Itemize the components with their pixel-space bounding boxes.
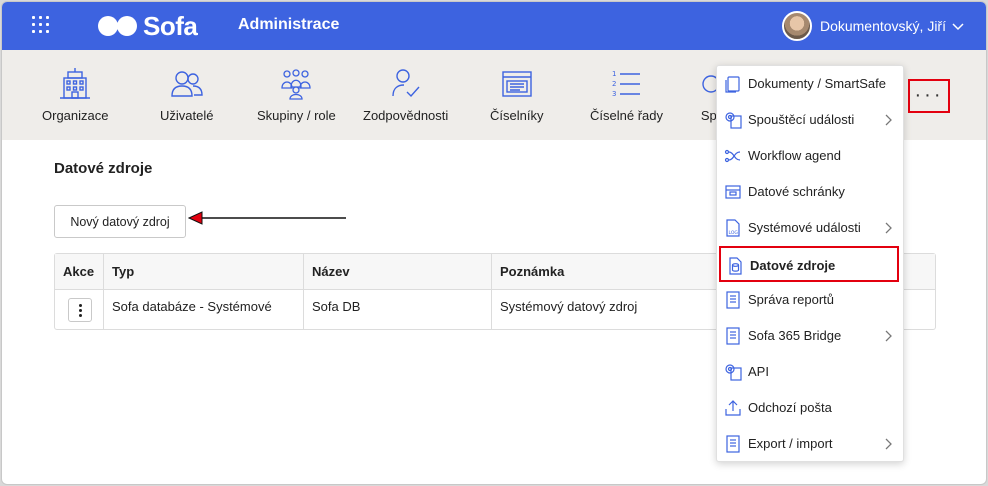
app-window: Sofa Administrace Dokumentovský, Jiří Or… <box>1 1 987 485</box>
menu-item-workflow-agend[interactable]: Workflow agend <box>717 138 903 174</box>
user-name: Dokumentovský, Jiří <box>819 18 946 34</box>
cell-poznamka: Systémový datový zdroj <box>500 299 638 314</box>
log-icon: LOG <box>726 219 740 237</box>
new-data-source-button[interactable]: Nový datový zdroj <box>54 205 186 238</box>
tool-uzivatele[interactable]: Uživatelé <box>160 68 213 123</box>
building-icon <box>60 68 91 99</box>
page-title: Datové zdroje <box>54 160 153 177</box>
column-header-akce: Akce <box>63 264 95 279</box>
column-header-nazev[interactable]: Název <box>312 264 350 279</box>
tool-ciselne-rady[interactable]: 1 2 3 Číselné řady <box>590 68 663 123</box>
svg-text:LOG: LOG <box>729 230 739 236</box>
svg-text:2: 2 <box>612 80 616 88</box>
column-header-poznamka[interactable]: Poznámka <box>500 264 564 279</box>
menu-item-label: Odchozí pošta <box>748 400 832 415</box>
groups-icon <box>281 69 312 100</box>
report-icon <box>726 291 740 309</box>
more-button[interactable]: ··· <box>908 79 950 113</box>
tool-ciselniky[interactable]: Číselníky <box>490 68 543 123</box>
cell-nazev: Sofa DB <box>312 299 361 314</box>
user-menu[interactable]: Dokumentovský, Jiří <box>781 11 964 41</box>
menu-item-api[interactable]: API <box>717 354 903 390</box>
user-check-icon <box>391 69 420 98</box>
menu-item-sprava-reportu[interactable]: Správa reportů <box>717 282 903 318</box>
menu-item-label: API <box>748 364 769 379</box>
svg-text:1: 1 <box>612 70 616 78</box>
tool-zodpovednosti[interactable]: Zodpovědnosti <box>363 68 448 123</box>
menu-item-dokumenty[interactable]: Dokumenty / SmartSafe <box>717 66 903 102</box>
workflow-icon <box>724 149 741 163</box>
row-actions-button[interactable] <box>68 298 92 322</box>
tool-organizace[interactable]: Organizace <box>42 68 108 123</box>
svg-text:3: 3 <box>612 90 616 98</box>
database-icon <box>729 257 742 275</box>
logo-text: Sofa <box>143 10 198 41</box>
chevron-right-icon <box>885 438 892 450</box>
tool-label: Uživatelé <box>160 108 214 123</box>
menu-item-datove-schranky[interactable]: Datové schránky <box>717 174 903 210</box>
avatar <box>781 11 812 41</box>
menu-item-spousteci-udalosti[interactable]: Spouštěcí události <box>717 102 903 138</box>
sofa-logo[interactable]: Sofa <box>98 10 198 41</box>
gear-document-icon <box>725 112 742 129</box>
numbered-list-icon: 1 2 3 <box>612 70 641 98</box>
tool-skupiny[interactable]: Skupiny / role <box>257 68 336 123</box>
export-icon <box>726 435 740 453</box>
menu-item-label: Workflow agend <box>748 148 841 163</box>
users-icon <box>171 71 203 97</box>
chevron-right-icon <box>885 222 892 234</box>
menu-item-label: Export / import <box>748 436 833 451</box>
document-icon <box>725 76 740 93</box>
cell-typ: Sofa databáze - Systémové <box>112 299 272 314</box>
tool-label: Zodpovědnosti <box>363 108 449 123</box>
chevron-down-icon <box>952 23 964 31</box>
list-window-icon <box>502 71 532 97</box>
api-gear-icon <box>725 364 742 381</box>
tool-label: Organizace <box>42 108 109 123</box>
annotation-arrow-icon <box>188 211 346 225</box>
section-title: Administrace <box>238 16 340 33</box>
app-launcher-icon[interactable] <box>32 16 50 34</box>
menu-item-odchozi-posta[interactable]: Odchozí pošta <box>717 390 903 426</box>
top-bar: Sofa Administrace Dokumentovský, Jiří <box>2 2 986 50</box>
chevron-right-icon <box>885 114 892 126</box>
column-divider <box>491 254 492 329</box>
bridge-icon <box>726 327 740 345</box>
column-divider <box>303 254 304 329</box>
menu-item-label: Datové zdroje <box>750 258 836 273</box>
menu-item-label: Sofa 365 Bridge <box>748 328 842 343</box>
mailbox-icon <box>725 185 741 199</box>
chevron-right-icon <box>885 330 892 342</box>
column-header-typ[interactable]: Typ <box>112 264 134 279</box>
menu-item-label: Systémové události <box>748 220 861 235</box>
more-menu: Dokumenty / SmartSafe Spouštěcí události… <box>716 65 904 462</box>
tool-label: Číselníky <box>490 108 544 123</box>
column-divider <box>103 254 104 329</box>
menu-item-label: Datové schránky <box>748 184 845 199</box>
tool-label: Číselné řady <box>590 108 663 123</box>
tool-label: Skupiny / role <box>257 108 336 123</box>
menu-item-datove-zdroje[interactable]: Datové zdroje <box>719 246 899 282</box>
outbox-icon <box>725 400 741 416</box>
menu-item-label: Dokumenty / SmartSafe <box>748 76 886 91</box>
menu-item-export-import[interactable]: Export / import <box>717 426 903 462</box>
menu-item-sofa-365-bridge[interactable]: Sofa 365 Bridge <box>717 318 903 354</box>
menu-item-label: Správa reportů <box>748 292 834 307</box>
menu-item-label: Spouštěcí události <box>748 112 855 127</box>
menu-item-systemove-udalosti[interactable]: LOG Systémové události <box>717 210 903 246</box>
